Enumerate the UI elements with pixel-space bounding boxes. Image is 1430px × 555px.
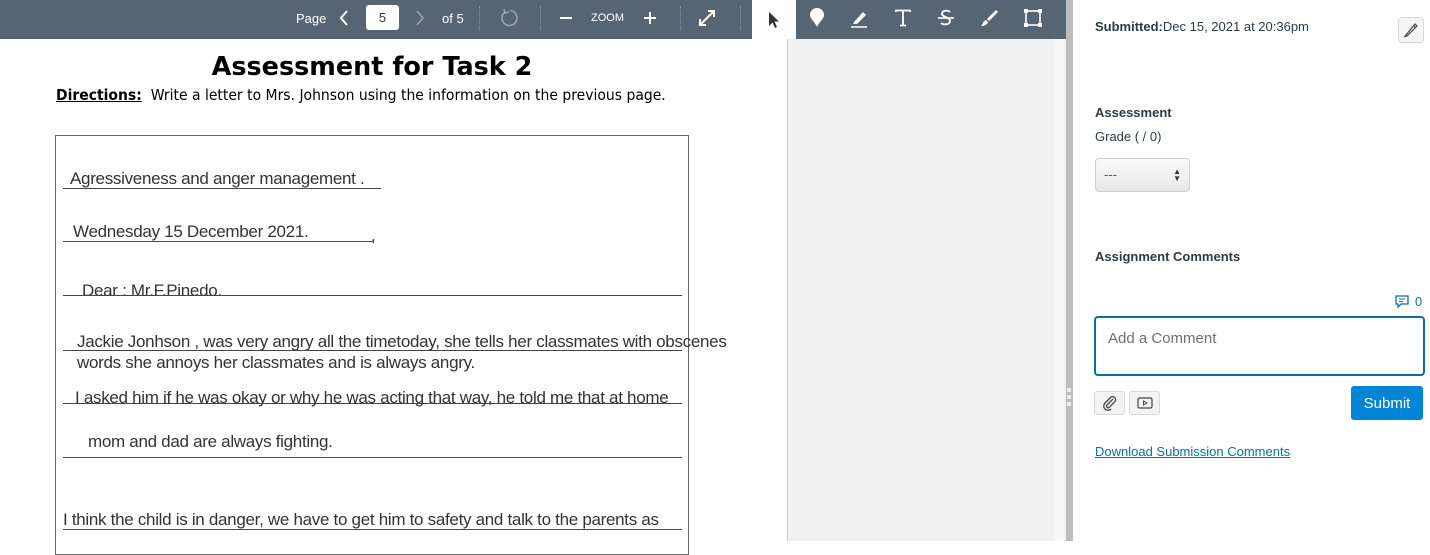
zoom-in-icon[interactable]: [642, 0, 658, 36]
letter-line: Dear : Mr.F.Pinedo.: [82, 281, 222, 300]
page-label: Page: [296, 10, 327, 26]
grading-panel: Submitted:Dec 15, 2021 at 20:36pm Assess…: [1073, 0, 1430, 541]
area-box-icon[interactable]: [1013, 0, 1053, 36]
letter-line: words she annoys her classmates and is a…: [77, 353, 475, 372]
viewer-toolbar: Page 5 of 5 ZOOM: [0, 0, 752, 39]
media-icon: [1136, 397, 1153, 409]
underline: [63, 350, 682, 351]
document-title: Assessment for Task 2: [211, 52, 533, 82]
underline: [63, 529, 682, 530]
underline: [63, 295, 682, 296]
comment-placeholder: Add a Comment: [1108, 330, 1217, 347]
edit-button[interactable]: [1398, 17, 1424, 43]
underline: [63, 241, 373, 242]
toolbar-divider: [540, 6, 541, 30]
grade-select[interactable]: --- ▲ ▼: [1095, 158, 1190, 192]
comma: ,: [371, 226, 376, 245]
freehand-draw-icon[interactable]: [969, 0, 1009, 36]
comment-input[interactable]: Add a Comment: [1094, 316, 1425, 376]
point-pin-icon[interactable]: [797, 0, 837, 36]
panel-resize-handle[interactable]: [1066, 0, 1073, 541]
page-number-input[interactable]: 5: [366, 5, 399, 30]
grade-label: Grade ( / 0): [1095, 129, 1162, 144]
comment-count-value: 0: [1415, 294, 1423, 309]
viewer-scroll-gutter[interactable]: [1054, 39, 1064, 541]
underline: [63, 403, 682, 404]
letter-line: mom and dad are always fighting.: [88, 432, 333, 451]
attach-file-button[interactable]: [1094, 391, 1125, 415]
toolbar-divider: [680, 6, 681, 30]
select-pointer-icon[interactable]: [752, 0, 796, 39]
directions: Directions: Write a letter to Mrs. Johns…: [56, 86, 666, 104]
document-viewer: Page 5 of 5 ZOOM Assessment for Task 2 D…: [0, 0, 1066, 555]
letter-line: I asked him if he was okay or why he was…: [75, 388, 669, 407]
toolbar-divider: [479, 6, 480, 30]
highlight-icon[interactable]: [839, 0, 879, 36]
assessment-heading: Assessment: [1095, 105, 1172, 120]
media-comment-button[interactable]: [1129, 391, 1160, 415]
letter-line: I think the child is in danger, we have …: [63, 510, 659, 529]
chevron-left-icon[interactable]: [336, 0, 352, 36]
select-arrows-icon: ▲ ▼: [1173, 167, 1181, 183]
resize-grip-icon[interactable]: [1067, 388, 1071, 408]
zoom-label: ZOOM: [591, 12, 624, 24]
chevron-right-icon[interactable]: [412, 0, 428, 36]
underline: [63, 188, 381, 189]
comment-icon: [1395, 294, 1409, 309]
page-total: of 5: [442, 10, 464, 26]
fullscreen-icon[interactable]: [696, 0, 718, 36]
paperclip-icon: [1102, 396, 1116, 411]
submitted-label: Submitted:: [1095, 19, 1163, 34]
toolbar-divider: [740, 6, 741, 30]
viewer-background: [789, 39, 1054, 541]
letter-line: Jackie Jonhson , was very angry all the …: [77, 332, 727, 351]
assignment-comments-heading: Assignment Comments: [1095, 249, 1241, 264]
directions-text: Write a letter to Mrs. Johnson using the…: [150, 86, 666, 104]
text-tool-icon[interactable]: [883, 0, 923, 36]
submitted-info: Submitted:Dec 15, 2021 at 20:36pm: [1095, 19, 1309, 34]
submitted-date: Dec 15, 2021 at 20:36pm: [1162, 19, 1309, 34]
download-submission-comments-link[interactable]: Download Submission Comments: [1095, 444, 1290, 459]
comment-count[interactable]: 0: [1395, 294, 1422, 309]
pencil-icon: [1403, 23, 1418, 38]
grade-select-value: ---: [1104, 167, 1117, 182]
rotate-icon[interactable]: [498, 0, 522, 36]
letter-line: Agressiveness and anger management .: [70, 169, 365, 188]
zoom-out-icon[interactable]: [558, 0, 574, 36]
submit-button[interactable]: Submit: [1351, 386, 1423, 420]
directions-label: Directions:: [56, 86, 142, 104]
letter-line: Wednesday 15 December 2021.: [73, 222, 309, 241]
strikeout-icon[interactable]: [926, 0, 966, 36]
underline: [63, 457, 682, 458]
